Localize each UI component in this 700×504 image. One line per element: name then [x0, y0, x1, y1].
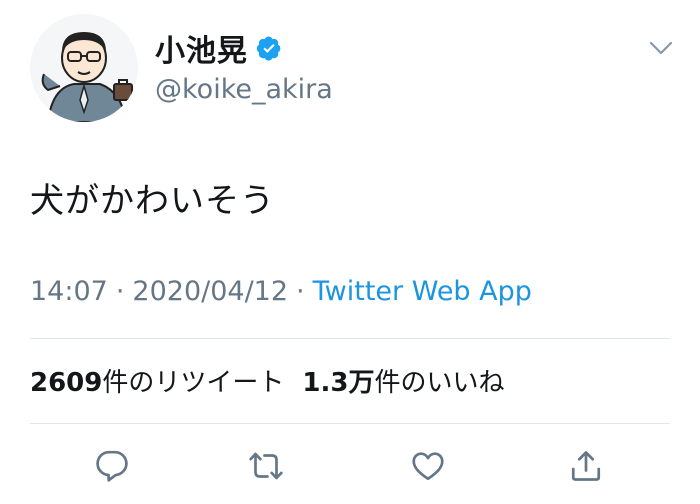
tweet-text: 犬がかわいそう: [30, 181, 275, 221]
retweet-icon: [249, 452, 283, 480]
chevron-down-icon[interactable]: [648, 38, 674, 58]
meta-separator: ·: [296, 276, 305, 307]
tweet-time[interactable]: 14:07: [30, 276, 108, 307]
tweet-date[interactable]: 2020/04/12: [132, 276, 288, 307]
display-name-row[interactable]: 小池晃: [155, 26, 282, 70]
reply-icon: [96, 450, 128, 482]
retweet-count: 2609: [30, 368, 103, 398]
tweet-stats: 2609件のリツイート 1.3万件のいいね: [30, 362, 504, 399]
display-name[interactable]: 小池晃: [155, 26, 248, 70]
meta-separator: ·: [115, 276, 125, 307]
like-stat[interactable]: 1.3万件のいいね: [302, 362, 504, 399]
share-icon: [571, 451, 601, 481]
avatar[interactable]: [30, 14, 138, 122]
like-icon: [412, 452, 444, 481]
user-handle[interactable]: @koike_akira: [155, 74, 333, 105]
verified-badge-icon: [256, 36, 281, 61]
retweet-button[interactable]: [246, 446, 286, 486]
tweet-meta: 14:07 · 2020/04/12 · Twitter Web App: [30, 276, 532, 307]
reply-button[interactable]: [92, 446, 132, 486]
retweet-stat[interactable]: 2609件のリツイート: [30, 362, 284, 399]
retweet-label: 件のリツイート: [102, 368, 285, 398]
divider: [30, 423, 670, 424]
like-button[interactable]: [408, 446, 448, 486]
like-label: 件のいいね: [374, 368, 505, 398]
cartoon-avatar-icon: [30, 14, 138, 122]
share-button[interactable]: [566, 446, 606, 486]
tweet-card: 小池晃 @koike_akira 犬がかわいそう 14:07 · 2020/04…: [0, 0, 700, 504]
divider: [30, 338, 670, 339]
like-count: 1.3万: [302, 368, 375, 398]
tweet-source-link[interactable]: Twitter Web App: [313, 276, 532, 307]
